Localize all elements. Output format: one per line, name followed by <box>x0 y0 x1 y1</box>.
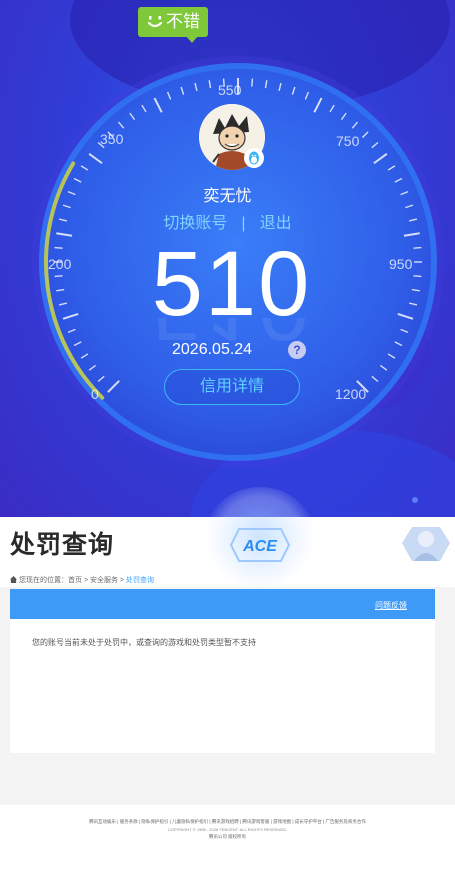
gauge-label-750: 750 <box>336 133 360 149</box>
breadcrumb-home[interactable]: 首页 <box>68 577 82 584</box>
result-header-bar: 问题反馈 <box>10 589 435 619</box>
smile-icon <box>147 16 163 28</box>
page-title: 处罚查询 <box>10 531 115 559</box>
credit-detail-button[interactable]: 信用详情 <box>164 369 300 405</box>
feedback-link[interactable]: 问题反馈 <box>375 600 407 611</box>
gauge-label-550: 550 <box>218 82 242 98</box>
account-actions: 切换账号 | 退出 <box>0 209 455 233</box>
character-illustration <box>402 527 450 561</box>
breadcrumb-service[interactable]: 安全服务 <box>90 577 118 584</box>
ace-logo-text: ACE <box>242 538 278 555</box>
result-message: 您的账号当前未处于处罚中，或查询的游戏和处罚类型暂不支持 <box>32 638 256 647</box>
footer-copyright: COPYRIGHT © 1998 - 2026 TENCENT. ALL RIG… <box>167 827 288 832</box>
switch-account-link[interactable]: 切换账号 <box>163 209 227 233</box>
gauge-label-0: 0 <box>91 386 99 402</box>
logout-link[interactable]: 退出 <box>260 209 292 233</box>
question-icon[interactable]: ? <box>288 341 306 359</box>
gauge-tick <box>251 78 254 87</box>
ace-logo: ACE <box>229 528 291 562</box>
decor-dot <box>412 497 418 503</box>
credit-score-panel: 0 200 350 550 750 950 1200 不错 奕无忧 切换账号 |… <box>0 0 455 517</box>
credit-level-label: 不错 <box>166 12 200 31</box>
penalty-query-page: 处罚查询 ACE 您现在的位置：首页 > 安全服务 > 处罚查询 问题反馈 您的… <box>0 487 455 893</box>
user-nickname: 奕无忧 <box>203 188 252 205</box>
breadcrumb-separator: > <box>82 577 90 584</box>
score-date: 2026.05.24 <box>172 341 253 358</box>
footer-links[interactable]: 腾讯互动娱乐 | 服务条款 | 隐私保护指引 | 儿童隐私保护指引 | 腾讯游戏… <box>0 819 455 825</box>
site-footer: 腾讯互动娱乐 | 服务条款 | 隐私保护指引 | 儿童隐私保护指引 | 腾讯游戏… <box>0 805 455 893</box>
breadcrumb: 您现在的位置：首页 > 安全服务 > 处罚查询 <box>10 575 154 585</box>
breadcrumb-separator: > <box>117 577 126 584</box>
footer-company: 腾讯公司 版权所有 <box>208 834 247 839</box>
gauge-label-350: 350 <box>100 131 124 147</box>
qq-penguin-icon <box>244 148 264 168</box>
link-separator: | <box>241 215 246 232</box>
result-panel: 您的账号当前未处于处罚中，或查询的游戏和处罚类型暂不支持 <box>10 619 435 753</box>
gauge-label-1200: 1200 <box>335 386 367 402</box>
breadcrumb-current: 处罚查询 <box>125 577 154 584</box>
breadcrumb-prefix: 您现在的位置： <box>19 577 68 584</box>
credit-level-badge: 不错 <box>138 7 208 43</box>
home-icon <box>10 576 17 583</box>
penalty-header: 处罚查询 ACE 您现在的位置：首页 > 安全服务 > 处罚查询 <box>0 487 455 587</box>
